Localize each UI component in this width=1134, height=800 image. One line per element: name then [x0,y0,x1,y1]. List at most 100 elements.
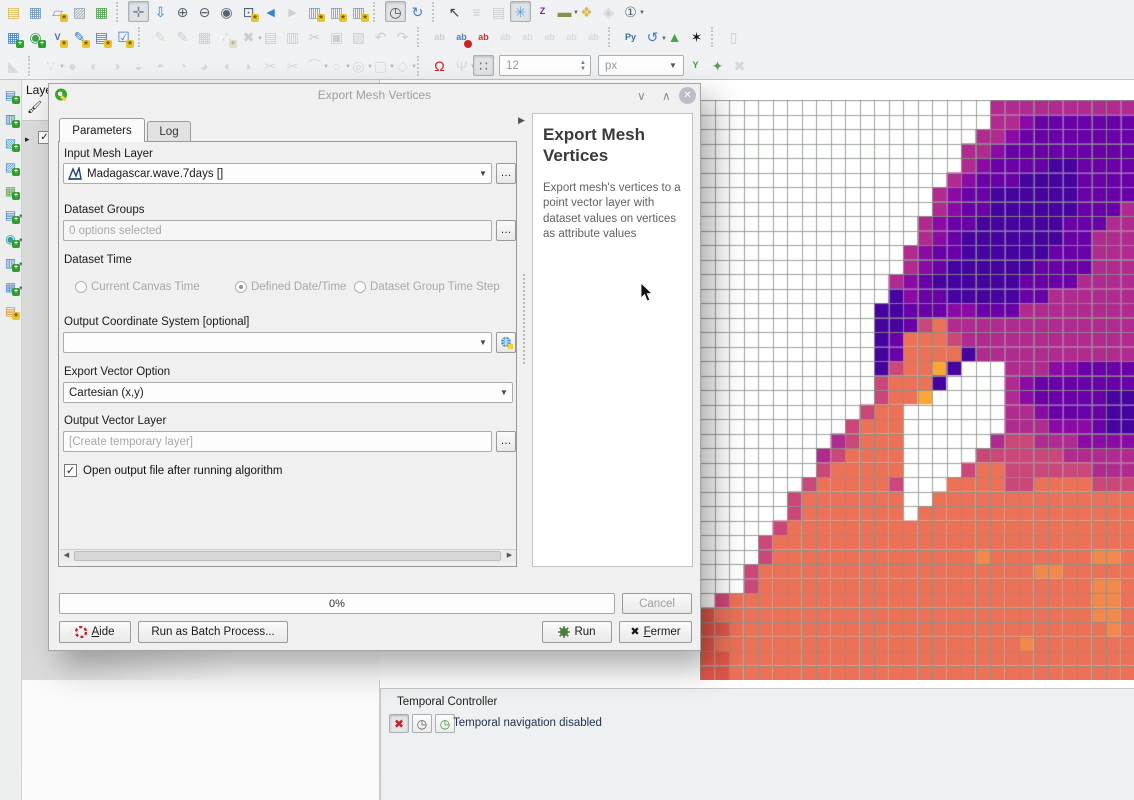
add-wms-layer-icon[interactable]: ▥+▼ [1,253,20,272]
open-output-label: Open output file after running algorithm [83,465,282,477]
new-virtual-layer-icon[interactable]: V★ [47,27,68,48]
snapping-magnet-icon[interactable]: Ω [429,55,450,76]
toggle-editing-icon: ✎ [172,27,193,48]
measure-icon[interactable]: ▬▼ [554,1,575,22]
map-tips-icon[interactable]: ❖ [576,1,597,22]
input-mesh-layer-combo[interactable]: Madagascar.wave.7days [] ▼ [63,163,492,184]
scroll-left-icon[interactable]: ◀ [60,550,73,562]
temporal-animated-button[interactable]: ◷ [435,714,455,733]
pan-map-icon[interactable]: ✛ [128,1,149,22]
add-postgis-layer-icon[interactable]: ▤+▼ [1,205,20,224]
run-button[interactable]: Run [542,621,612,643]
add-mesh-layer-icon[interactable]: ▨+ [1,157,20,176]
help-button[interactable]: Aide [59,621,131,643]
snap-on-intersection-icon[interactable]: ✦ [707,55,728,76]
export-mesh-vertices-dialog: Export Mesh Vertices ∨ ∧ ✕ Parameters Lo… [48,83,701,651]
panel-splitter[interactable] [523,274,525,364]
zoom-out-icon[interactable]: ⊖ [194,1,215,22]
scrollbar-thumb[interactable] [74,551,501,561]
annotation-icon[interactable]: ①▼ [620,1,641,22]
new-temporary-scratch-icon[interactable]: ✎★ [69,27,90,48]
input-mesh-layer-browse-button[interactable]: … [496,163,516,184]
snap-tolerance-input[interactable]: 12▲▼ [499,55,591,76]
datasource-manager-icon[interactable]: ▤+ [1,85,20,104]
help-collapse-icon[interactable]: ▶ [518,115,525,126]
tab-log[interactable]: Log [147,121,191,142]
temporal-fixed-range-button[interactable]: ◷ [412,714,432,733]
open-output-checkbox-row[interactable]: ✓ Open output file after running algorit… [64,464,282,477]
radio-icon[interactable] [235,281,247,293]
pan-to-selection-icon[interactable]: ⇩ [150,1,171,22]
help-lifebuoy-icon [75,626,87,638]
dataset-groups-field[interactable]: 0 options selected [63,220,492,241]
scroll-right-icon[interactable]: ▶ [503,550,516,562]
horizontal-scrollbar[interactable]: ◀ ▶ [60,549,516,562]
close-dialog-button[interactable]: ✖ Fermer [619,621,692,643]
window-shade-icon[interactable]: ∨ [637,89,646,103]
tab-parameters[interactable]: Parameters [59,118,145,142]
zoom-full-icon[interactable]: ⊡★ [238,1,259,22]
zoom-last-icon[interactable]: ◄ [260,1,281,22]
radio-icon[interactable] [75,281,87,293]
new-shapefile-icon[interactable]: ▦+ [3,27,24,48]
freeze-view-icon[interactable]: ✳ [510,1,531,22]
window-close-button[interactable]: ✕ [679,87,696,104]
refresh-map-icon[interactable]: ↻ [407,1,428,22]
layout-manager-icon[interactable]: ▨ [69,1,90,22]
processing-history-icon[interactable]: ↺▼ [642,27,663,48]
radio-current-canvas-time[interactable]: Current Canvas Time [75,281,200,293]
label-rect-icon[interactable]: ab [473,27,494,48]
export-vector-option-combo[interactable]: Cartesian (x,y) ▼ [63,382,513,403]
output-vector-layer-browse-button[interactable]: … [496,431,516,452]
tracing-icon[interactable]: Y [685,55,706,76]
new-layer-icon[interactable]: ▤★ [1,301,20,320]
output-crs-combo[interactable]: ▼ [63,332,492,353]
new-3d-map-view-icon[interactable]: ▥★ [326,1,347,22]
temporal-controller-buttons: ✖◷◷ [389,714,455,733]
style-brush-icon[interactable]: 🖌 [27,100,42,114]
zoom-in-icon[interactable]: ⊕ [172,1,193,22]
identify-features-icon[interactable]: ↖ [444,1,465,22]
add-delimited-text-icon[interactable]: ▦+ [1,181,20,200]
undo-icon: ↶ [370,27,391,48]
dialog-titlebar[interactable]: Export Mesh Vertices ∨ ∧ ✕ [49,84,700,106]
output-vector-layer-field[interactable]: [Create temporary layer] [63,431,492,452]
zoom-native-icon[interactable]: ◉ [216,1,237,22]
select-crs-button[interactable] [496,332,516,353]
split-parts-icon: ✂ [282,55,303,76]
new-mesh-layer-icon[interactable]: ☑★ [113,27,134,48]
run-as-batch-button[interactable]: Run as Batch Process... [138,621,288,643]
snap-units-select[interactable]: px▼ [598,55,684,76]
temporal-controller-icon[interactable]: ◷ [385,1,406,22]
add-raster-layer-icon[interactable]: ▧+ [1,133,20,152]
open-project-icon[interactable]: ▤ [3,1,24,22]
new-geopackage-icon[interactable]: ◉+ [25,27,46,48]
label-pin-icon[interactable]: ab [451,27,472,48]
add-wfs-layer-icon[interactable]: ▦+▼ [1,277,20,296]
new-print-layout-icon[interactable]: ▱★ [47,1,68,22]
radio-icon[interactable] [354,281,366,293]
split-features-icon: ✂ [260,55,281,76]
save-project-icon[interactable]: ▦ [25,1,46,22]
layer-expander-icon[interactable]: ▸ [25,134,30,145]
add-vector-layer-icon[interactable]: ▥+ [1,109,20,128]
magnifier-z-icon[interactable]: Z [532,1,553,22]
dataset-groups-browse-button[interactable]: … [496,220,516,241]
new-map-view-icon[interactable]: ▥★ [304,1,325,22]
python-console-icon[interactable]: Py [620,27,641,48]
style-manager-icon[interactable]: ▦ [91,1,112,22]
add-spatialite-layer-icon[interactable]: ◉+▼ [1,229,20,248]
scale-calc-icon: ◣ [3,55,24,76]
radio-defined-date-time[interactable]: Defined Date/Time [235,281,346,293]
terrain-sun-icon[interactable]: ▲ [664,27,685,48]
bug-report-icon[interactable]: ✶ [686,27,707,48]
dock-map-view-icon[interactable]: ▥★ [348,1,369,22]
window-unshade-icon[interactable]: ∧ [662,89,671,103]
new-memory-layer-icon[interactable]: ▤★ [91,27,112,48]
radio-dataset-group-time-step[interactable]: Dataset Group Time Step [354,281,500,293]
cancel-button[interactable]: Cancel [622,593,692,614]
digitize-icon: ∴★ [216,27,237,48]
temporal-disabled-button[interactable]: ✖ [389,714,409,733]
open-output-checkbox[interactable]: ✓ [64,464,77,477]
snap-mode-icon[interactable]: ∷ [473,55,494,76]
